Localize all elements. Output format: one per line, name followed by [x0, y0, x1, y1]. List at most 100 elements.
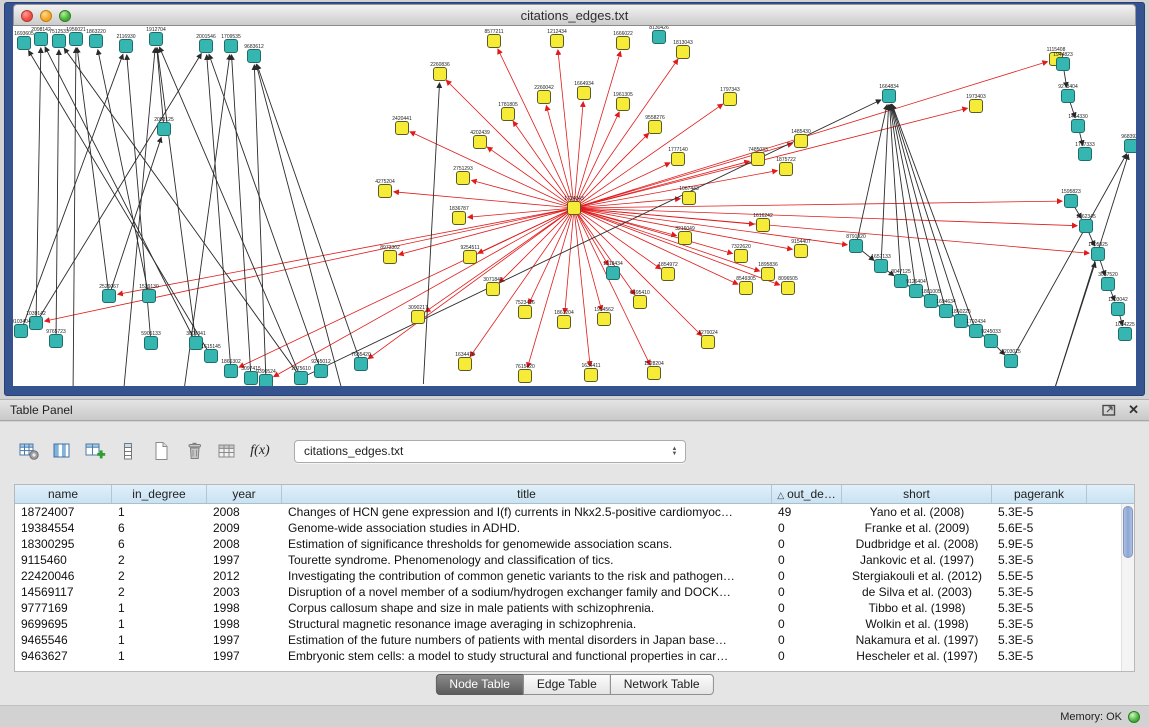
svg-text:7322620: 7322620 [731, 244, 751, 250]
tab-edge-table[interactable]: Edge Table [523, 674, 611, 695]
svg-text:8130426: 8130426 [649, 26, 669, 31]
svg-text:1528204: 1528204 [644, 361, 664, 367]
network-canvas[interactable]: 1724043186120475234163071842925451118367… [13, 26, 1136, 386]
svg-text:8577211: 8577211 [484, 29, 503, 35]
svg-text:1595823: 1595823 [1061, 189, 1081, 195]
svg-text:1067443: 1067443 [679, 186, 699, 192]
function-builder-icon[interactable]: f(x) [247, 438, 273, 464]
cell-year: 1997 [207, 648, 282, 664]
column-header-title[interactable]: title [282, 485, 772, 503]
cell-short: Wolkin et al. (1998) [842, 616, 992, 632]
cell-in_degree: 1 [112, 504, 207, 520]
cell-title: Genome-wide association studies in ADHD. [282, 520, 772, 536]
cell-year: 1997 [207, 632, 282, 648]
svg-text:1863220: 1863220 [86, 29, 106, 35]
network-window-titlebar[interactable]: citations_edges.txt [13, 4, 1136, 26]
network-graph[interactable]: 1724043186120475234163071842925451118367… [13, 26, 1136, 386]
cell-out_de: 0 [772, 536, 842, 552]
cell-short: Franke et al. (2009) [842, 520, 992, 536]
svg-text:1034225: 1034225 [1115, 322, 1135, 328]
column-header-pagerank[interactable]: pagerank [992, 485, 1087, 503]
svg-text:5905133: 5905133 [141, 331, 161, 337]
new-table-icon[interactable] [148, 438, 174, 464]
cell-year: 2003 [207, 584, 282, 600]
cell-pagerank: 5.6E-5 [992, 520, 1087, 536]
table-row[interactable]: 977716911998Corpus callosum shape and si… [15, 600, 1134, 616]
cell-year: 1998 [207, 600, 282, 616]
close-panel-icon[interactable]: ✕ [1128, 404, 1139, 416]
cell-short: Dudbridge et al. (2008) [842, 536, 992, 552]
svg-text:1666022: 1666022 [613, 31, 633, 37]
svg-text:1616242: 1616242 [753, 213, 773, 219]
cell-title: Estimation of the future numbers of pati… [282, 632, 772, 648]
svg-text:1944823: 1944823 [1053, 52, 1073, 58]
svg-text:3006341: 3006341 [186, 331, 206, 337]
column-header-out-degree[interactable]: △out_de… [772, 485, 842, 503]
cell-name: 22420046 [15, 568, 112, 584]
delete-icon[interactable] [181, 438, 207, 464]
network-window: citations_edges.txt 17240431861204752341… [4, 2, 1145, 396]
tab-node-table[interactable]: Node Table [435, 674, 524, 695]
svg-text:4202439: 4202439 [470, 130, 490, 136]
cell-out_de: 0 [772, 616, 842, 632]
table-row[interactable]: 911546021997Tourette syndrome. Phenomeno… [15, 552, 1134, 568]
svg-text:7523416: 7523416 [515, 300, 535, 306]
table-row[interactable]: 946554611997Estimation of the future num… [15, 632, 1134, 648]
table-row[interactable]: 1830029562008Estimation of significance … [15, 536, 1134, 552]
cell-short: de Silva et al. (2003) [842, 584, 992, 600]
table-row[interactable]: 1456911722003Disruption of a novel membe… [15, 584, 1134, 600]
column-header-in-degree[interactable]: in_degree [112, 485, 207, 503]
svg-text:2098142: 2098142 [31, 27, 51, 33]
add-row-icon[interactable] [115, 438, 141, 464]
svg-text:9126404: 9126404 [906, 279, 926, 285]
close-window-icon[interactable] [21, 10, 33, 22]
zoom-window-icon[interactable] [59, 10, 71, 22]
cell-title: Tourette syndrome. Phenomenology and cla… [282, 552, 772, 568]
table-row[interactable]: 2242004622012Investigating the contribut… [15, 568, 1134, 584]
table-row[interactable]: 969969511998Structural magnetic resonanc… [15, 616, 1134, 632]
network-table-select-value: citations_edges.txt [304, 444, 403, 458]
svg-text:3047125: 3047125 [891, 269, 911, 275]
svg-text:1961305: 1961305 [613, 92, 633, 98]
cell-out_de: 0 [772, 632, 842, 648]
network-table-select[interactable]: citations_edges.txt ▲▼ [294, 440, 686, 463]
cell-pagerank: 5.3E-5 [992, 552, 1087, 568]
column-header-year[interactable]: year [207, 485, 282, 503]
float-panel-icon[interactable] [1102, 404, 1116, 416]
table-vertical-scrollbar[interactable] [1121, 504, 1134, 671]
column-header-name[interactable]: name [15, 485, 112, 503]
cell-short: Nakamura et al. (1997) [842, 632, 992, 648]
svg-text:2526067: 2526067 [99, 284, 119, 290]
svg-text:9683612: 9683612 [244, 44, 264, 50]
scrollbar-thumb[interactable] [1123, 506, 1133, 558]
add-column-icon[interactable] [82, 438, 108, 464]
svg-text:1212434: 1212434 [547, 29, 567, 35]
svg-text:1039142: 1039142 [26, 311, 46, 317]
svg-text:1203042: 1203042 [1108, 297, 1128, 303]
svg-text:3037520: 3037520 [1098, 272, 1118, 278]
svg-text:7635420: 7635420 [351, 352, 371, 358]
table-row[interactable]: 946362711997Embryonic stem cells: a mode… [15, 648, 1134, 664]
table-row[interactable]: 1938455462009Genome-wide association stu… [15, 520, 1134, 536]
svg-text:1575610: 1575610 [291, 366, 311, 372]
cell-pagerank: 5.9E-5 [992, 536, 1087, 552]
table-row[interactable]: 1872400712008Changes of HCN gene express… [15, 504, 1134, 520]
cell-name: 9465546 [15, 632, 112, 648]
svg-text:1270024: 1270024 [698, 330, 718, 336]
minimize-window-icon[interactable] [40, 10, 52, 22]
cell-in_degree: 6 [112, 520, 207, 536]
cell-short: Yano et al. (2008) [842, 504, 992, 520]
table-body: 1872400712008Changes of HCN gene express… [15, 504, 1134, 664]
import-table-icon[interactable] [214, 438, 240, 464]
svg-text:1861204: 1861204 [554, 310, 574, 316]
cell-short: Hescheler et al. (1997) [842, 648, 992, 664]
tab-network-table[interactable]: Network Table [610, 674, 714, 695]
table-panel-header: Table Panel ✕ [0, 399, 1149, 421]
table-settings-icon[interactable] [16, 438, 42, 464]
show-columns-icon[interactable] [49, 438, 75, 464]
cell-in_degree: 6 [112, 536, 207, 552]
cell-name: 9463627 [15, 648, 112, 664]
column-header-short[interactable]: short [842, 485, 992, 503]
cell-out_de: 49 [772, 504, 842, 520]
svg-text:1634478: 1634478 [455, 352, 475, 358]
